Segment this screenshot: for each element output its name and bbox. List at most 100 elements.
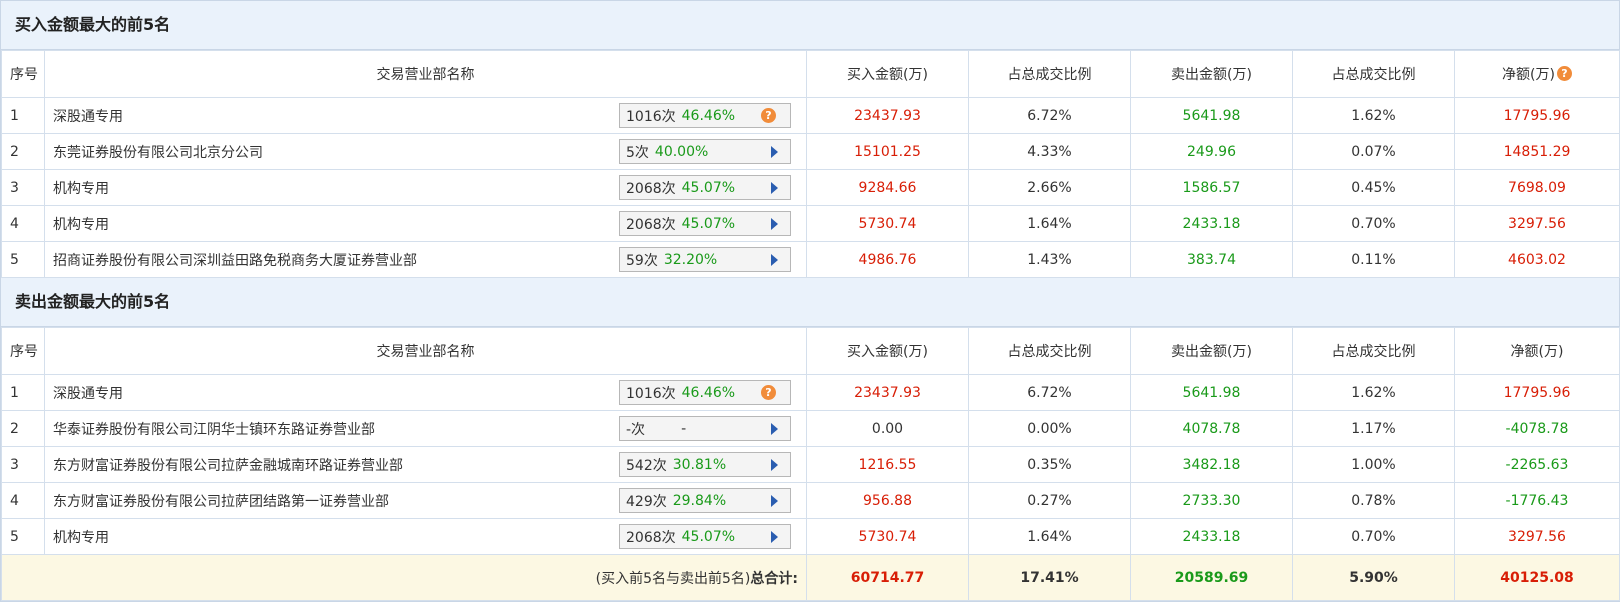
col-net: 净额(万)	[1454, 327, 1620, 375]
row-name-cell: 东莞证券股份有限公司北京分公司 5次 40.00%	[44, 133, 807, 170]
row-seq: 1	[1, 374, 45, 411]
buy-amount: 23437.93	[806, 97, 969, 134]
net-amount: -2265.63	[1454, 446, 1620, 483]
broker-name[interactable]: 招商证券股份有限公司深圳益田路免税商务大厦证券营业部	[53, 253, 417, 269]
buy-ratio: 6.72%	[968, 374, 1131, 411]
play-arrow-icon[interactable]	[771, 146, 778, 158]
sell-amount: 5641.98	[1130, 374, 1293, 411]
row-name-cell: 华泰证券股份有限公司江阴华士镇环东路证券营业部 -次 -	[44, 410, 807, 447]
buy-amount: 956.88	[806, 482, 969, 519]
win-rate: 46.46%	[681, 384, 736, 401]
sell-ratio: 0.78%	[1292, 482, 1455, 519]
broker-name[interactable]: 东方财富证券股份有限公司拉萨金融城南环路证券营业部	[53, 458, 403, 474]
col-sell-ratio: 占总成交比例	[1292, 50, 1455, 98]
row-name-cell: 深股通专用 1016次 46.46%?	[44, 374, 807, 411]
history-stats-button[interactable]: 59次 32.20%	[619, 247, 791, 272]
history-stats-button[interactable]: 2068次 45.07%	[619, 211, 791, 236]
col-buy-ratio: 占总成交比例	[968, 50, 1131, 98]
help-icon[interactable]: ?	[761, 385, 776, 400]
help-icon[interactable]: ?	[1556, 66, 1572, 81]
table-row: 3 东方财富证券股份有限公司拉萨金融城南环路证券营业部 542次 30.81% 1…	[1, 446, 1620, 483]
sell-amount: 3482.18	[1130, 446, 1293, 483]
appear-count: 59次	[626, 252, 658, 269]
play-arrow-icon[interactable]	[771, 218, 778, 230]
sell-amount: 2433.18	[1130, 518, 1293, 555]
sell-ratio: 1.00%	[1292, 446, 1455, 483]
play-arrow-icon[interactable]	[771, 531, 778, 543]
history-stats-button[interactable]: 2068次 45.07%	[619, 524, 791, 549]
help-icon[interactable]: ?	[761, 108, 776, 123]
row-name-cell: 东方财富证券股份有限公司拉萨金融城南环路证券营业部 542次 30.81%	[44, 446, 807, 483]
broker-name[interactable]: 华泰证券股份有限公司江阴华士镇环东路证券营业部	[53, 422, 375, 438]
net-amount: 3297.56	[1454, 518, 1620, 555]
row-seq: 4	[1, 482, 45, 519]
buy-amount: 0.00	[806, 410, 969, 447]
buy-amount: 9284.66	[806, 169, 969, 206]
col-name: 交易营业部名称	[44, 327, 807, 375]
sell-ratio: 0.07%	[1292, 133, 1455, 170]
row-seq: 1	[1, 97, 45, 134]
win-rate: 40.00%	[654, 143, 709, 160]
broker-name[interactable]: 深股通专用	[53, 109, 123, 125]
row-seq: 3	[1, 169, 45, 206]
row-seq: 4	[1, 205, 45, 242]
broker-name[interactable]: 机构专用	[53, 530, 109, 546]
play-arrow-icon[interactable]	[771, 495, 778, 507]
play-arrow-icon[interactable]	[771, 254, 778, 266]
sell-amount: 249.96	[1130, 133, 1293, 170]
table-row: 1 深股通专用 1016次 46.46%? 23437.93 6.72% 5641…	[1, 97, 1620, 134]
win-rate: 45.07%	[681, 215, 736, 232]
net-amount: 7698.09	[1454, 169, 1620, 206]
sell-ratio: 1.62%	[1292, 374, 1455, 411]
col-net-label: 净额(万)	[1502, 67, 1555, 83]
broker-name[interactable]: 东方财富证券股份有限公司拉萨团结路第一证券营业部	[53, 494, 389, 510]
history-stats-button[interactable]: 429次 29.84%	[619, 488, 791, 513]
win-rate: 29.84%	[672, 492, 727, 509]
appear-count: 2068次	[626, 529, 676, 546]
col-seq: 序号	[1, 327, 45, 375]
broker-name[interactable]: 东莞证券股份有限公司北京分公司	[53, 145, 263, 161]
broker-name[interactable]: 机构专用	[53, 217, 109, 233]
row-name-cell: 机构专用 2068次 45.07%	[44, 518, 807, 555]
sell-section-title: 卖出金额最大的前5名	[1, 278, 1619, 327]
broker-name[interactable]: 深股通专用	[53, 386, 123, 402]
table-row: 5 机构专用 2068次 45.07% 5730.74 1.64% 2433.18…	[1, 518, 1620, 555]
buy-ratio: 1.43%	[968, 241, 1131, 278]
row-name-cell: 机构专用 2068次 45.07%	[44, 205, 807, 242]
buy-ratio: 0.27%	[968, 482, 1131, 519]
table-row: 4 机构专用 2068次 45.07% 5730.74 1.64% 2433.18…	[1, 205, 1620, 242]
history-stats-button[interactable]: 1016次 46.46%?	[619, 103, 791, 128]
table-row: 5 招商证券股份有限公司深圳益田路免税商务大厦证券营业部 59次 32.20% 4…	[1, 241, 1620, 278]
appear-count: 542次	[626, 457, 667, 474]
col-buy-ratio: 占总成交比例	[968, 327, 1131, 375]
history-stats-button[interactable]: -次 -	[619, 416, 791, 441]
win-rate: -	[681, 420, 687, 437]
row-name-cell: 东方财富证券股份有限公司拉萨团结路第一证券营业部 429次 29.84%	[44, 482, 807, 519]
col-sell: 卖出金额(万)	[1130, 50, 1293, 98]
history-stats-button[interactable]: 1016次 46.46%?	[619, 380, 791, 405]
total-label-bold: 总合计:	[750, 570, 798, 587]
buy-amount: 4986.76	[806, 241, 969, 278]
history-stats-button[interactable]: 542次 30.81%	[619, 452, 791, 477]
sell-amount: 1586.57	[1130, 169, 1293, 206]
row-name-cell: 招商证券股份有限公司深圳益田路免税商务大厦证券营业部 59次 32.20%	[44, 241, 807, 278]
play-arrow-icon[interactable]	[771, 182, 778, 194]
sell-table-header: 序号 交易营业部名称 买入金额(万) 占总成交比例 卖出金额(万) 占总成交比例…	[1, 327, 1620, 375]
history-stats-button[interactable]: 5次 40.00%	[619, 139, 791, 164]
appear-count: 429次	[626, 493, 667, 510]
play-arrow-icon[interactable]	[771, 423, 778, 435]
history-stats-button[interactable]: 2068次 45.07%	[619, 175, 791, 200]
net-amount: 17795.96	[1454, 374, 1620, 411]
play-arrow-icon[interactable]	[771, 459, 778, 471]
row-seq: 3	[1, 446, 45, 483]
net-amount: 14851.29	[1454, 133, 1620, 170]
row-name-cell: 机构专用 2068次 45.07%	[44, 169, 807, 206]
row-seq: 2	[1, 133, 45, 170]
col-sell: 卖出金额(万)	[1130, 327, 1293, 375]
net-amount: 3297.56	[1454, 205, 1620, 242]
buy-ratio: 4.33%	[968, 133, 1131, 170]
sell-amount: 5641.98	[1130, 97, 1293, 134]
buy-ratio: 0.35%	[968, 446, 1131, 483]
col-seq: 序号	[1, 50, 45, 98]
broker-name[interactable]: 机构专用	[53, 181, 109, 197]
